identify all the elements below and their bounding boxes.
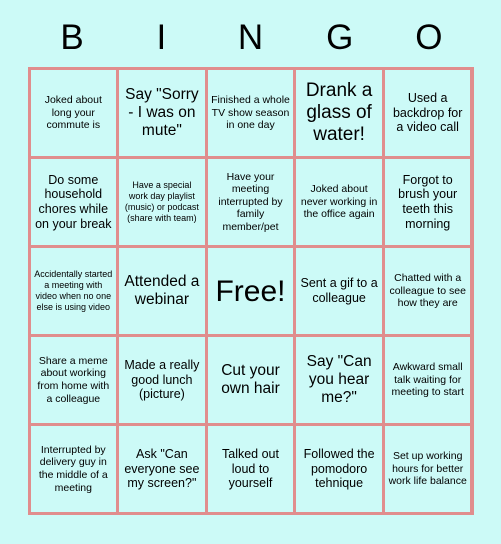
bingo-cell-label: Joked about never working in the office … [300, 183, 378, 221]
bingo-cell-label: Do some household chores while on your b… [35, 172, 112, 231]
bingo-cell[interactable]: Made a really good lunch (picture) [119, 337, 208, 426]
bingo-cell-label: Interrupted by delivery guy in the middl… [38, 443, 108, 494]
bingo-cell-label: Drank a glass of water! [305, 79, 373, 146]
header-letter-i: I [156, 18, 167, 57]
bingo-cell-label: Used a backdrop for a video call [392, 90, 463, 135]
bingo-card: B I N G O Joked about long your commute … [0, 0, 501, 544]
bingo-cell-label: Finished a whole TV show season in one d… [211, 94, 290, 132]
bingo-cell[interactable]: Joked about never working in the office … [296, 159, 385, 248]
bingo-cell-label: Made a really good lunch (picture) [124, 357, 200, 402]
bingo-cell-label: Awkward small talk waiting for meeting t… [391, 361, 464, 399]
bingo-cell[interactable]: Do some household chores while on your b… [30, 159, 120, 248]
bingo-cell[interactable]: Say "Can you hear me?" [296, 337, 385, 426]
bingo-cell[interactable]: Followed the pomodoro tehnique [296, 426, 385, 515]
bingo-cell[interactable]: Awkward small talk waiting for meeting t… [384, 337, 474, 426]
bingo-cell-label: Have your meeting interrupted by family … [218, 170, 283, 233]
bingo-cell[interactable]: Have your meeting interrupted by family … [207, 159, 297, 248]
bingo-cell-label: Forgot to brush your teeth this morning [398, 172, 458, 231]
bingo-cell-free[interactable]: Free! [207, 248, 297, 337]
bingo-cell-label: Share a meme about working from home wit… [37, 354, 110, 405]
bingo-cell[interactable]: Interrupted by delivery guy in the middl… [30, 426, 120, 515]
header-letter-g: G [326, 18, 354, 57]
bingo-cell[interactable]: Forgot to brush your teeth this morning [384, 159, 474, 248]
bingo-cell-label: Sent a gif to a colleague [300, 276, 378, 305]
bingo-cell-label: Have a special work day playlist (music)… [124, 180, 199, 223]
bingo-cell-label: Followed the pomodoro tehnique [303, 446, 375, 491]
bingo-cell-label: Ask "Can everyone see my screen?" [124, 446, 200, 491]
bingo-cell-label: Attended a webinar [124, 272, 200, 308]
bingo-cell[interactable]: Say "Sorry - I was on mute" [119, 70, 208, 159]
bingo-cell[interactable]: Drank a glass of water! [296, 70, 385, 159]
bingo-cell-label: Say "Can you hear me?" [306, 352, 372, 407]
bingo-cell[interactable]: Attended a webinar [119, 248, 208, 337]
bingo-cell[interactable]: Sent a gif to a colleague [296, 248, 385, 337]
header-letter-b: B [60, 18, 84, 57]
header-letter-n: N [237, 18, 264, 57]
bingo-cell[interactable]: Finished a whole TV show season in one d… [207, 70, 297, 159]
bingo-cell-label: Cut your own hair [221, 361, 280, 397]
bingo-cell[interactable]: Talked out loud to yourself [207, 426, 297, 515]
bingo-cell-label: Talked out loud to yourself [222, 446, 279, 491]
bingo-cell[interactable]: Used a backdrop for a video call [384, 70, 474, 159]
bingo-grid: Joked about long your commute is Say "Sor… [27, 67, 474, 515]
bingo-cell-label: Say "Sorry - I was on mute" [125, 85, 199, 140]
bingo-cell[interactable]: Joked about long your commute is [30, 70, 120, 159]
bingo-cell[interactable]: Cut your own hair [207, 337, 297, 426]
bingo-cell-label: Free! [215, 274, 286, 308]
bingo-cell[interactable]: Accidentally started a meeting with vide… [30, 248, 120, 337]
bingo-cell[interactable]: Share a meme about working from home wit… [30, 337, 120, 426]
bingo-cell-label: Chatted with a colleague to see how they… [389, 272, 466, 310]
bingo-cell[interactable]: Have a special work day playlist (music)… [119, 159, 208, 248]
header-letter-o: O [415, 18, 443, 57]
bingo-cell[interactable]: Ask "Can everyone see my screen?" [119, 426, 208, 515]
bingo-cell-label: Joked about long your commute is [44, 94, 102, 132]
bingo-header: B I N G O [28, 0, 474, 58]
bingo-cell[interactable]: Chatted with a colleague to see how they… [384, 248, 474, 337]
bingo-cell-label: Set up working hours for better work lif… [388, 450, 467, 488]
bingo-cell-label: Accidentally started a meeting with vide… [34, 269, 113, 312]
bingo-cell[interactable]: Set up working hours for better work lif… [384, 426, 474, 515]
